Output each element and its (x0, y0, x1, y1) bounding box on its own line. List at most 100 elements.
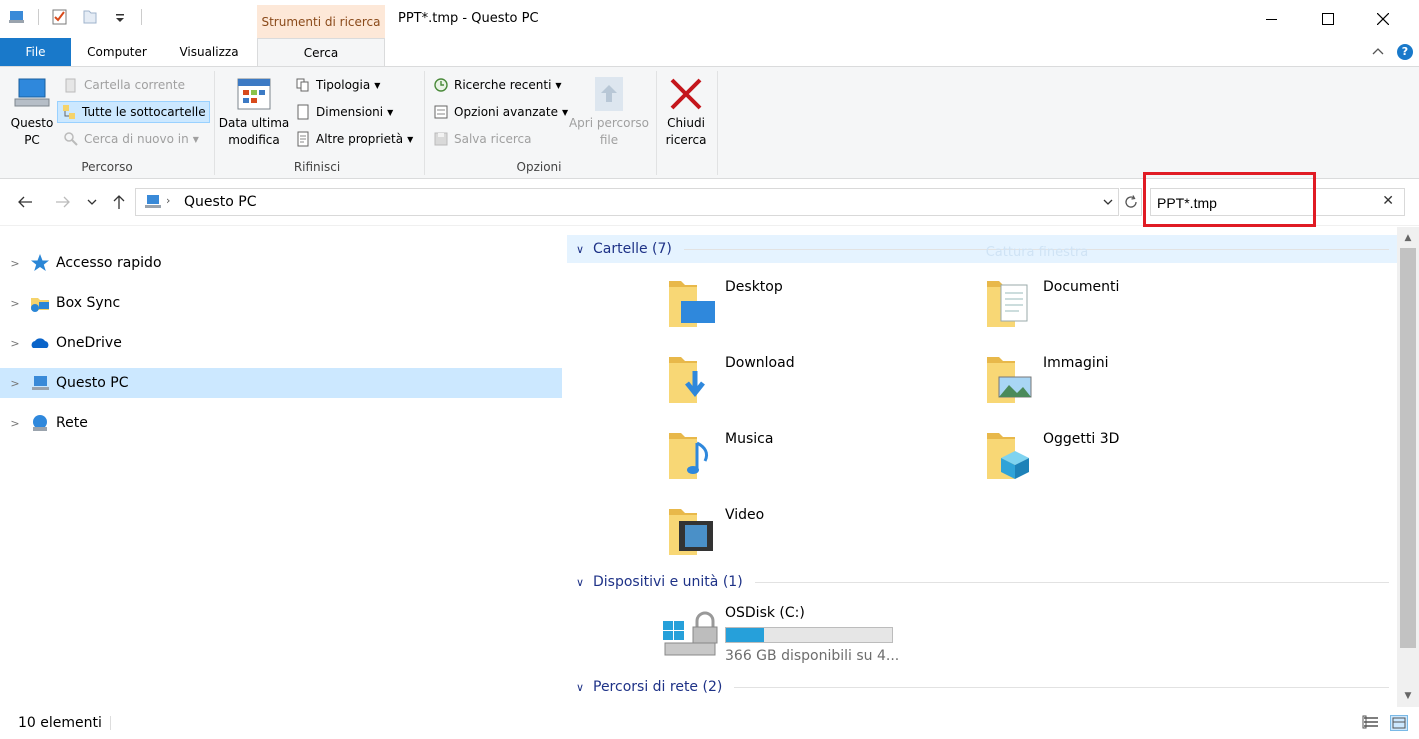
quick-access-toolbar (8, 8, 142, 26)
help-icon[interactable]: ? (1397, 44, 1413, 60)
breadcrumb-separator-icon[interactable]: › (166, 194, 170, 207)
music-folder-icon (667, 427, 717, 483)
collapse-ribbon-button[interactable] (1370, 44, 1386, 60)
folder-video[interactable]: Video (667, 503, 957, 573)
tab-cerca[interactable]: Cerca (257, 38, 385, 67)
tipologia-label: Tipologia (316, 78, 371, 92)
maximize-button[interactable] (1305, 0, 1351, 38)
drive-osdisk[interactable]: OSDisk (C:) 366 GB disponibili su 4... (661, 601, 961, 671)
clear-search-icon[interactable]: ✕ (1382, 193, 1394, 209)
cerca-di-nuovo-button[interactable]: Cerca di nuovo in ▼ (60, 128, 202, 150)
address-bar[interactable]: › Questo PC (135, 188, 1119, 216)
altre-proprieta-button[interactable]: Altre proprietà ▼ (292, 128, 416, 150)
qat-divider (38, 9, 39, 25)
tutte-sottocartelle-label: Tutte le sottocartelle (82, 105, 206, 119)
expand-chevron-icon[interactable]: > (0, 337, 30, 350)
group-title: Cartelle (7) (593, 241, 672, 257)
address-dropdown-icon[interactable] (1102, 196, 1114, 212)
status-bar: 10 elementi (0, 707, 1419, 739)
item-count: 10 elementi (18, 715, 102, 731)
content-pane: ∨ Cartelle (7) Cattura finestra Desktop … (567, 227, 1397, 707)
nav-item-questo-pc[interactable]: > Questo PC (0, 368, 562, 398)
type-icon (295, 77, 311, 93)
group-label-rifinisci: Rifinisci (293, 160, 341, 174)
arrow-up-icon (113, 195, 125, 209)
nav-item-label: OneDrive (56, 335, 122, 351)
scroll-down-icon[interactable]: ▼ (1397, 687, 1419, 705)
forward-button[interactable] (52, 191, 74, 213)
group-title: Percorsi di rete (2) (593, 679, 723, 695)
folder-name: Musica (725, 431, 774, 447)
ricerche-recenti-button[interactable]: Ricerche recenti ▼ (430, 74, 565, 96)
expand-chevron-icon[interactable]: > (0, 377, 30, 390)
expand-chevron-icon[interactable]: > (0, 297, 30, 310)
cartella-corrente-label: Cartella corrente (84, 78, 185, 92)
chiudi-ricerca-button[interactable]: Chiudi ricerca (659, 75, 713, 149)
apri-percorso-file-button[interactable]: Apri percorso file (566, 75, 652, 149)
computer-icon (13, 75, 51, 113)
folder-name: Immagini (1043, 355, 1109, 371)
tipologia-button[interactable]: Tipologia ▼ (292, 74, 383, 96)
close-window-button[interactable] (1360, 0, 1406, 38)
folder-documenti[interactable]: Documenti (985, 275, 1275, 345)
chevron-down-icon[interactable]: ∨ (567, 681, 593, 694)
details-view-button[interactable] (1362, 715, 1380, 731)
chevron-down-icon[interactable]: ∨ (567, 243, 593, 256)
search-again-icon (63, 131, 79, 147)
folder-download[interactable]: Download (667, 351, 957, 421)
breadcrumb-questo-pc[interactable]: Questo PC (184, 194, 257, 210)
salva-ricerca-label: Salva ricerca (454, 132, 532, 146)
large-icons-view-button[interactable] (1390, 715, 1408, 731)
salva-ricerca-button[interactable]: Salva ricerca (430, 128, 534, 150)
vertical-scrollbar[interactable]: ▲ ▼ (1397, 227, 1419, 707)
expand-chevron-icon[interactable]: > (0, 417, 30, 430)
qat-divider (141, 9, 142, 25)
pictures-folder-icon (985, 351, 1035, 407)
3d-objects-folder-icon (985, 427, 1035, 483)
chevron-down-icon[interactable]: ∨ (567, 576, 593, 589)
dimensioni-button[interactable]: Dimensioni ▼ (292, 101, 396, 123)
group-divider (734, 686, 1389, 688)
group-label-opzioni: Opzioni (516, 160, 562, 174)
chevron-down-icon (87, 199, 97, 205)
ricerche-recenti-label: Ricerche recenti (454, 78, 552, 92)
group-header-percorsi[interactable]: ∨ Percorsi di rete (2) (567, 673, 1397, 701)
opzioni-avanzate-button[interactable]: Opzioni avanzate ▼ (430, 101, 571, 123)
back-button[interactable] (14, 191, 36, 213)
chevron-up-icon (1372, 48, 1384, 55)
nav-item-rete[interactable]: > Rete (0, 408, 562, 438)
nav-item-box-sync[interactable]: > Box Sync (0, 288, 562, 318)
questo-pc-button[interactable]: Questo PC (6, 75, 58, 149)
save-icon (433, 131, 449, 147)
nav-item-accesso-rapido[interactable]: > Accesso rapido (0, 248, 562, 278)
nav-item-onedrive[interactable]: > OneDrive (0, 328, 562, 358)
qat-dropdown-icon[interactable] (111, 8, 129, 26)
up-button[interactable] (108, 191, 130, 213)
tab-visualizza[interactable]: Visualizza (167, 38, 251, 66)
minimize-button[interactable] (1249, 0, 1295, 38)
tab-computer[interactable]: Computer (76, 38, 158, 66)
properties-icon (295, 131, 311, 147)
drive-name: OSDisk (C:) (725, 605, 805, 621)
tab-file[interactable]: File (0, 38, 71, 66)
folder-immagini[interactable]: Immagini (985, 351, 1275, 421)
recent-locations-button[interactable] (83, 191, 101, 213)
network-icon (30, 413, 50, 433)
close-icon (1377, 13, 1389, 25)
nav-item-label: Accesso rapido (56, 255, 162, 271)
folder-oggetti-3d[interactable]: Oggetti 3D (985, 427, 1275, 497)
group-header-dispositivi[interactable]: ∨ Dispositivi e unità (1) (567, 568, 1397, 596)
data-ultima-modifica-button[interactable]: Data ultima modifica (218, 75, 290, 149)
expand-chevron-icon[interactable]: > (0, 257, 30, 270)
computer-icon[interactable] (8, 8, 26, 26)
new-folder-icon[interactable] (81, 8, 99, 26)
properties-check-icon[interactable] (51, 8, 69, 26)
documents-folder-icon (985, 275, 1035, 331)
folder-desktop[interactable]: Desktop (667, 275, 957, 345)
tutte-sottocartelle-button[interactable]: Tutte le sottocartelle (57, 101, 210, 123)
refresh-button[interactable] (1120, 188, 1142, 216)
cartella-corrente-button[interactable]: Cartella corrente (60, 74, 188, 96)
scroll-up-icon[interactable]: ▲ (1397, 229, 1419, 247)
scrollbar-thumb[interactable] (1400, 248, 1416, 648)
folder-musica[interactable]: Musica (667, 427, 957, 497)
